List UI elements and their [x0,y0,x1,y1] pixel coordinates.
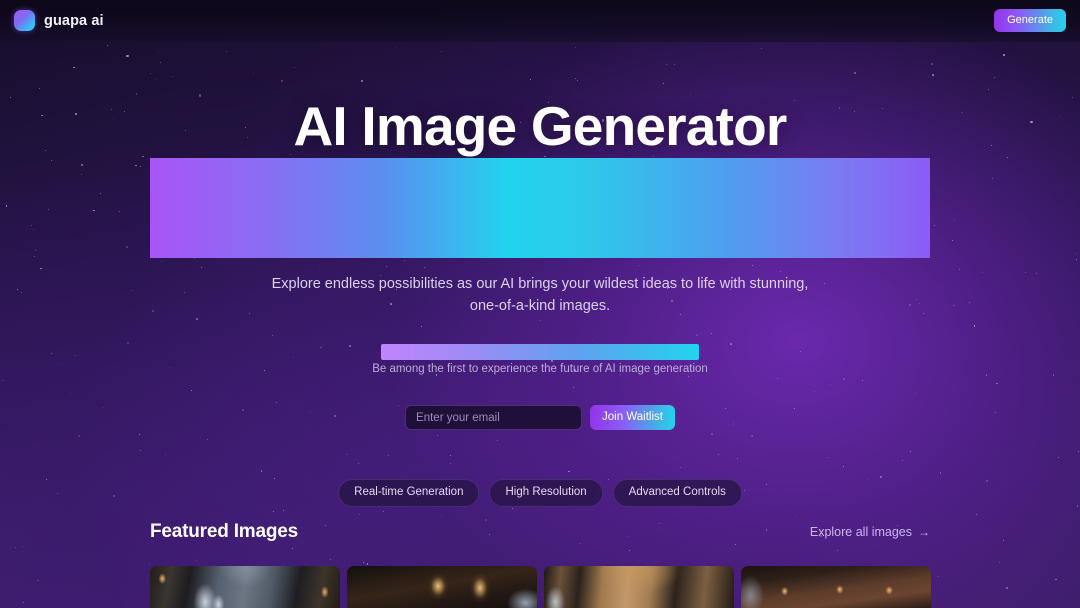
featured-card-image [347,566,537,608]
waitlist-note: Be among the first to experience the fut… [372,363,708,375]
waitlist-form: Join Waitlist [405,405,675,430]
featured-card-image [150,566,340,608]
hero-gradient-banner [150,158,930,258]
brand[interactable]: guapa ai [14,10,104,31]
featured-title: Featured Images [150,521,298,542]
feature-pill-resolution[interactable]: High Resolution [489,479,603,507]
explore-all-images-link[interactable]: Explore all images → [810,525,930,539]
feature-pill-realtime[interactable]: Real-time Generation [338,479,480,507]
featured-card[interactable] [347,566,537,608]
arrow-right-icon: → [918,525,930,539]
logo-icon [14,10,35,31]
brand-name: guapa ai [44,12,104,29]
featured-card-grid [150,566,940,608]
featured-card-image [544,566,734,608]
feature-pill-list: Real-time Generation High Resolution Adv… [338,479,742,507]
waitlist-gradient-bar [381,344,699,360]
app-header: guapa ai Generate [0,0,1080,42]
featured-card[interactable] [150,566,340,608]
feature-pill-controls[interactable]: Advanced Controls [612,479,742,507]
featured-card[interactable] [544,566,734,608]
featured-header: Featured Images Explore all images → [150,521,930,543]
email-input[interactable] [405,405,583,430]
featured-card[interactable] [741,566,931,608]
explore-all-images-label: Explore all images [809,525,912,539]
generate-button[interactable]: Generate [994,9,1066,32]
featured-card-image [741,566,931,608]
hero-subtitle: Explore endless possibilities as our AI … [271,276,809,315]
page-title: AI Image Generator [293,95,788,157]
join-waitlist-button[interactable]: Join Waitlist [590,405,675,430]
